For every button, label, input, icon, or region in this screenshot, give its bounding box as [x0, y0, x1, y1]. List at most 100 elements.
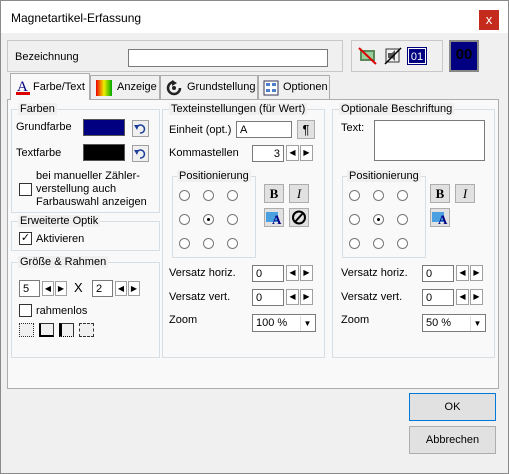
label-italic-button[interactable]: I	[455, 184, 475, 203]
frame-style-3-icon[interactable]	[59, 323, 74, 337]
text-font-color-button[interactable]: A	[264, 208, 284, 227]
bezeichnung-frame: Bezeichnung	[7, 40, 343, 72]
chevron-down-icon: ▼	[470, 316, 484, 331]
versatz-h-input[interactable]: 0	[252, 265, 284, 282]
bezeichnung-input[interactable]	[128, 49, 328, 67]
manual-color-label-line2: verstellung auch	[36, 183, 117, 195]
label-versatz-h-increment-button[interactable]: ▶	[470, 265, 483, 281]
optik-legend: Erweiterte Optik	[18, 215, 101, 227]
label-versatz-v-increment-button[interactable]: ▶	[470, 289, 483, 305]
undo-arrow-icon	[134, 124, 146, 134]
grundfarbe-label: Grundfarbe	[16, 121, 72, 133]
ok-button[interactable]: OK	[409, 393, 496, 421]
svg-text:A: A	[438, 212, 448, 226]
label-position-middle-right-radio[interactable]	[397, 214, 408, 225]
label-versatz-h-label: Versatz horiz.	[341, 267, 408, 279]
position-top-right-radio[interactable]	[227, 190, 238, 201]
tab-grundstellung[interactable]: Grundstellung	[160, 75, 258, 99]
width-input[interactable]: 5	[19, 280, 40, 297]
tab-farbe-text[interactable]: A Farbe/Text	[10, 73, 90, 100]
versatz-h-increment-button[interactable]: ▶	[300, 265, 313, 281]
reset-arrow-icon	[166, 80, 182, 96]
manual-color-label-line3: Farbauswahl anzeigen	[36, 196, 147, 208]
label-position-top-right-radio[interactable]	[397, 190, 408, 201]
font-color-icon: A	[266, 212, 282, 227]
farben-legend: Farben	[18, 103, 57, 115]
optional-text-input[interactable]	[374, 120, 485, 161]
textfarbe-reset-button[interactable]	[132, 145, 149, 162]
kommastellen-input[interactable]: 3	[252, 145, 284, 162]
rahmenlos-checkbox[interactable]	[19, 304, 32, 317]
label-position-bottom-right-radio[interactable]	[397, 238, 408, 249]
label-position-bottom-left-radio[interactable]	[349, 238, 360, 249]
italic-button[interactable]: I	[289, 184, 309, 203]
clear-format-button[interactable]	[289, 208, 309, 227]
height-increment-button[interactable]: ▶	[128, 281, 140, 296]
label-versatz-v-input[interactable]: 0	[422, 289, 454, 306]
label-font-color-button[interactable]: A	[430, 208, 450, 227]
tab-anzeige[interactable]: Anzeige	[90, 75, 160, 99]
aktivieren-checkbox[interactable]: ✓	[19, 232, 32, 245]
position-bottom-center-radio[interactable]	[203, 238, 214, 249]
kommastellen-decrement-button[interactable]: ◀	[286, 145, 299, 161]
abbrechen-button[interactable]: Abbrechen	[409, 426, 496, 454]
position-top-left-radio[interactable]	[179, 190, 190, 201]
position-bottom-right-radio[interactable]	[227, 238, 238, 249]
farben-group: Farben Grundfarbe Textfarbe bei manuelle…	[11, 103, 160, 213]
zoom-select[interactable]: 100 % ▼	[252, 314, 316, 332]
text-positionierung-legend: Positionierung	[177, 170, 251, 182]
height-input[interactable]: 2	[92, 280, 113, 297]
bold-button[interactable]: B	[264, 184, 284, 203]
chevron-down-icon: ▼	[300, 316, 314, 331]
height-decrement-button[interactable]: ◀	[115, 281, 127, 296]
undo-arrow-icon	[134, 149, 146, 159]
counter-display[interactable]: 01	[407, 47, 427, 65]
dialog-window: Magnetartikel-Erfassung x Bezeichnung 01…	[0, 0, 509, 474]
label-bold-button[interactable]: B	[430, 184, 450, 203]
label-position-bottom-center-radio[interactable]	[373, 238, 384, 249]
label-versatz-h-input[interactable]: 0	[422, 265, 454, 282]
textfarbe-label: Textfarbe	[16, 147, 62, 159]
svg-text:A: A	[272, 212, 282, 226]
width-decrement-button[interactable]: ◀	[42, 281, 54, 296]
grundfarbe-reset-button[interactable]	[132, 120, 149, 137]
versatz-v-input[interactable]: 0	[252, 289, 284, 306]
versatz-v-increment-button[interactable]: ▶	[300, 289, 313, 305]
label-zoom-select[interactable]: 50 % ▼	[422, 314, 486, 332]
position-middle-right-radio[interactable]	[227, 214, 238, 225]
einheit-input[interactable]: A	[236, 121, 292, 138]
label-position-top-center-radio[interactable]	[373, 190, 384, 201]
grundfarbe-swatch[interactable]	[83, 119, 125, 136]
no-sound-icon[interactable]	[383, 46, 403, 66]
no-display-icon[interactable]	[358, 46, 378, 66]
rahmenlos-label: rahmenlos	[36, 305, 88, 317]
label-position-top-left-radio[interactable]	[349, 190, 360, 201]
label-versatz-h-decrement-button[interactable]: ◀	[456, 265, 469, 281]
position-top-center-radio[interactable]	[203, 190, 214, 201]
font-color-icon: A	[432, 212, 448, 227]
frame-style-2-icon[interactable]	[39, 323, 54, 337]
versatz-v-decrement-button[interactable]: ◀	[286, 289, 299, 305]
close-button[interactable]: x	[479, 10, 499, 30]
label-position-center-radio[interactable]	[373, 214, 384, 225]
tab-label: Grundstellung	[187, 81, 256, 93]
label-position-middle-left-radio[interactable]	[349, 214, 360, 225]
position-bottom-left-radio[interactable]	[179, 238, 190, 249]
textfarbe-swatch[interactable]	[83, 144, 125, 161]
position-middle-left-radio[interactable]	[179, 214, 190, 225]
optional-label-group: Optionale Beschriftung Text: Positionier…	[332, 103, 495, 358]
versatz-h-decrement-button[interactable]: ◀	[286, 265, 299, 281]
position-center-radio[interactable]	[203, 214, 214, 225]
label-versatz-v-decrement-button[interactable]: ◀	[456, 289, 469, 305]
tab-optionen[interactable]: Optionen	[258, 75, 330, 99]
frame-style-4-icon[interactable]	[79, 323, 94, 337]
kommastellen-increment-button[interactable]: ▶	[300, 145, 313, 161]
color-preview-display: 00	[449, 40, 479, 72]
pilcrow-button[interactable]: ¶	[297, 120, 315, 139]
optional-text-label: Text:	[341, 122, 365, 134]
label-positionierung-legend: Positionierung	[347, 170, 421, 182]
text-positionierung-group: Positionierung	[172, 170, 256, 258]
frame-style-1-icon[interactable]	[19, 323, 34, 337]
manual-color-checkbox[interactable]	[19, 183, 32, 196]
width-increment-button[interactable]: ▶	[55, 281, 67, 296]
